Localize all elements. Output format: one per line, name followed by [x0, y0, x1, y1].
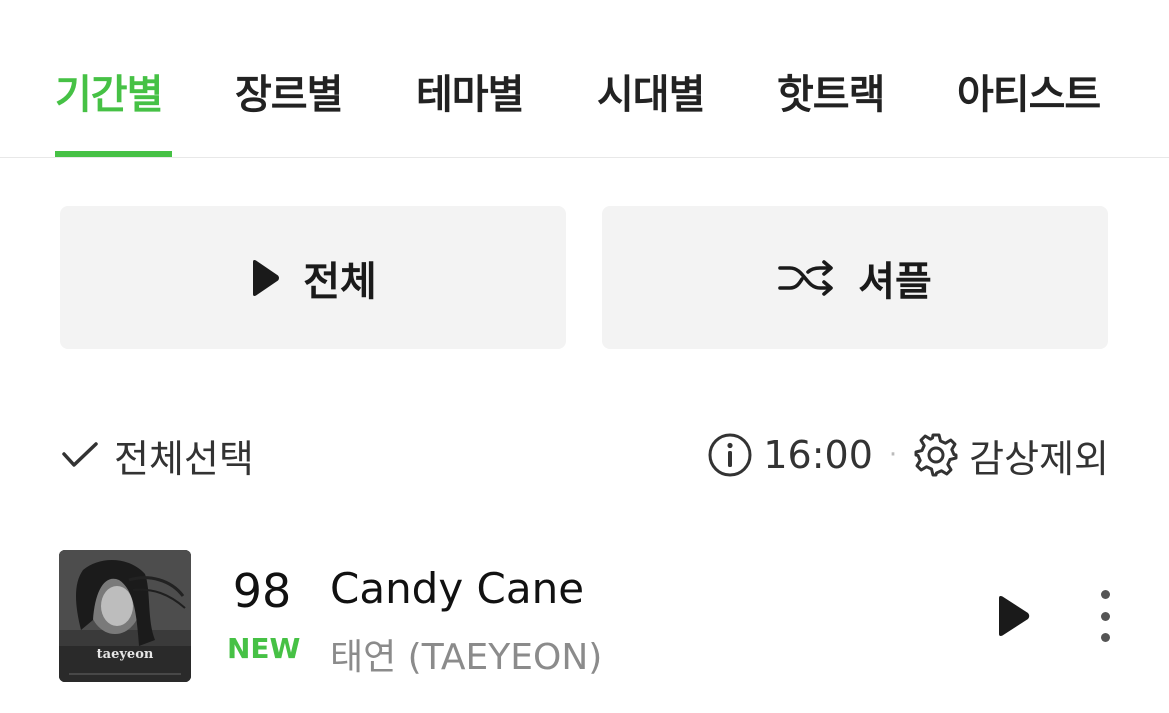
gear-icon — [914, 433, 958, 477]
select-all-toggle[interactable]: 전체선택 — [60, 428, 254, 483]
tab-theme[interactable]: 테마별 — [416, 62, 524, 157]
check-icon — [62, 442, 98, 467]
shuffle-icon — [778, 259, 833, 296]
album-cover[interactable]: taeyeon — [59, 550, 191, 682]
tab-genre[interactable]: 장르별 — [235, 62, 343, 157]
more-options-button[interactable] — [1085, 590, 1125, 642]
tab-label: 시대별 — [597, 72, 705, 118]
shuffle-button[interactable]: 셔플 — [602, 206, 1108, 349]
separator-dot: · — [888, 440, 898, 470]
tab-period[interactable]: 기간별 — [55, 62, 172, 157]
tab-era[interactable]: 시대별 — [597, 62, 705, 157]
exclude-from-listening-button[interactable]: 감상제외 — [913, 428, 1109, 483]
more-vertical-icon — [1100, 590, 1110, 599]
playlist-meta: 16:00 · 감상제외 — [707, 428, 1109, 483]
track-play-button[interactable] — [989, 592, 1037, 640]
tab-artist[interactable]: 아티스트 — [957, 62, 1101, 157]
select-all-label: 전체선택 — [114, 436, 254, 481]
total-duration: 16:00 — [763, 433, 873, 477]
play-all-label: 전체 — [303, 258, 377, 305]
tab-hot-track[interactable]: 핫트랙 — [777, 62, 885, 157]
tab-label: 기간별 — [55, 72, 163, 118]
play-icon — [999, 596, 1030, 636]
play-all-button[interactable]: 전체 — [60, 206, 566, 349]
album-art-image — [59, 550, 191, 682]
active-tab-indicator — [55, 151, 172, 157]
new-badge: NEW — [227, 632, 301, 665]
song-title[interactable]: Candy Cane — [330, 564, 584, 613]
track-row[interactable]: taeyeon 98 NEW Candy Cane 태연 (TAEYEON) — [59, 550, 1119, 682]
exclude-label: 감상제외 — [969, 436, 1109, 481]
tab-label: 테마별 — [416, 72, 524, 118]
category-tabs: 기간별 장르별 테마별 시대별 핫트랙 아티스트 — [0, 0, 1169, 158]
shuffle-label: 셔플 — [858, 258, 932, 305]
chart-rank: 98 — [232, 564, 292, 618]
tab-label: 장르별 — [235, 72, 343, 118]
info-icon[interactable] — [707, 432, 753, 478]
tab-label: 핫트랙 — [777, 72, 885, 118]
list-controls: 전체선택 16:00 · 감상제외 — [60, 425, 1109, 485]
cover-text: taeyeon — [96, 647, 154, 662]
play-icon — [253, 259, 280, 296]
tab-label: 아티스트 — [957, 72, 1101, 118]
artist-name[interactable]: 태연 (TAEYEON) — [330, 628, 602, 680]
